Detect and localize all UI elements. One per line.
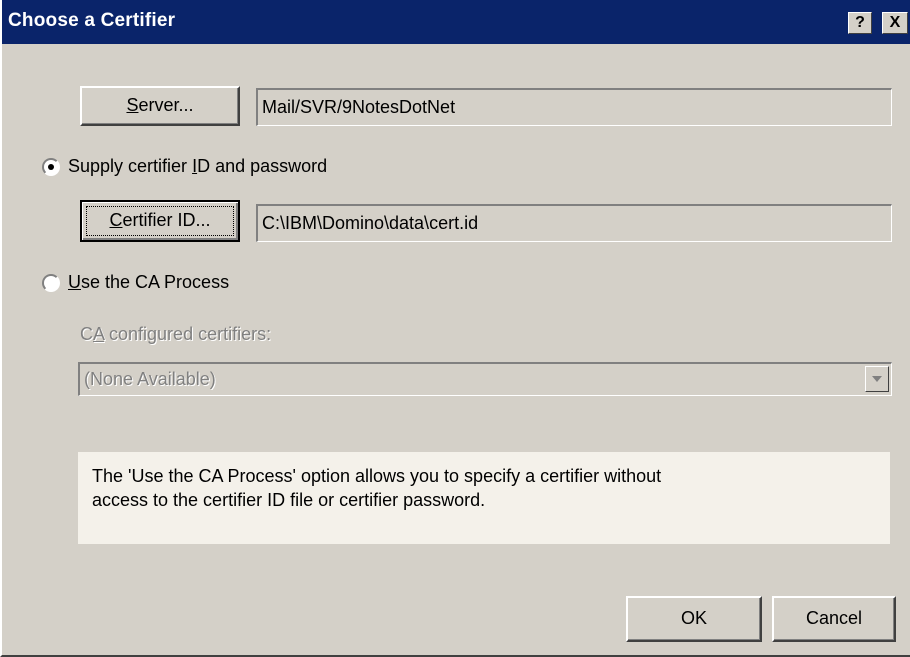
help-icon: ? [855, 14, 865, 31]
use-ca-process-radio[interactable] [42, 274, 60, 292]
chevron-down-icon [872, 376, 882, 382]
server-button-label: Server... [126, 95, 194, 115]
ca-certifiers-selected-value: (None Available) [84, 369, 216, 389]
supply-certifier-label[interactable]: Supply certifier ID and password [68, 156, 327, 177]
dialog-title: Choose a Certifier [8, 10, 176, 31]
choose-certifier-dialog: Choose a Certifier ? X Server... Mail/SV… [0, 0, 910, 657]
ok-button-label: OK [680, 608, 707, 628]
ca-certifiers-label: CA configured certifiers: [80, 324, 272, 344]
supply-certifier-radio[interactable] [42, 158, 60, 176]
dropdown-arrow-button[interactable] [865, 366, 889, 392]
help-button[interactable]: ? [848, 12, 872, 34]
title-bar[interactable]: Choose a Certifier ? X [2, 0, 910, 44]
info-panel: The 'Use the CA Process' option allows y… [78, 452, 890, 544]
certifier-id-button[interactable]: Certifier ID... [80, 200, 240, 242]
ok-button[interactable]: OK [626, 596, 762, 642]
close-icon: X [889, 14, 901, 31]
radio-selected-dot [48, 164, 54, 170]
cancel-button[interactable]: Cancel [772, 596, 896, 642]
ca-certifiers-dropdown[interactable]: (None Available) [78, 362, 892, 396]
certifier-id-value: C:\IBM\Domino\data\cert.id [262, 213, 479, 233]
certifier-id-field[interactable]: C:\IBM\Domino\data\cert.id [256, 204, 892, 242]
info-text-line-2: access to the certifier ID file or certi… [92, 490, 486, 510]
close-button[interactable]: X [882, 12, 908, 34]
cancel-button-label: Cancel [805, 608, 863, 628]
server-field[interactable]: Mail/SVR/9NotesDotNet [256, 88, 892, 126]
use-ca-process-label[interactable]: Use the CA Process [68, 272, 229, 293]
server-button[interactable]: Server... [80, 86, 240, 126]
certifier-id-button-label: Certifier ID... [109, 210, 211, 230]
info-text-line-1: The 'Use the CA Process' option allows y… [92, 466, 662, 486]
server-value: Mail/SVR/9NotesDotNet [262, 97, 456, 117]
